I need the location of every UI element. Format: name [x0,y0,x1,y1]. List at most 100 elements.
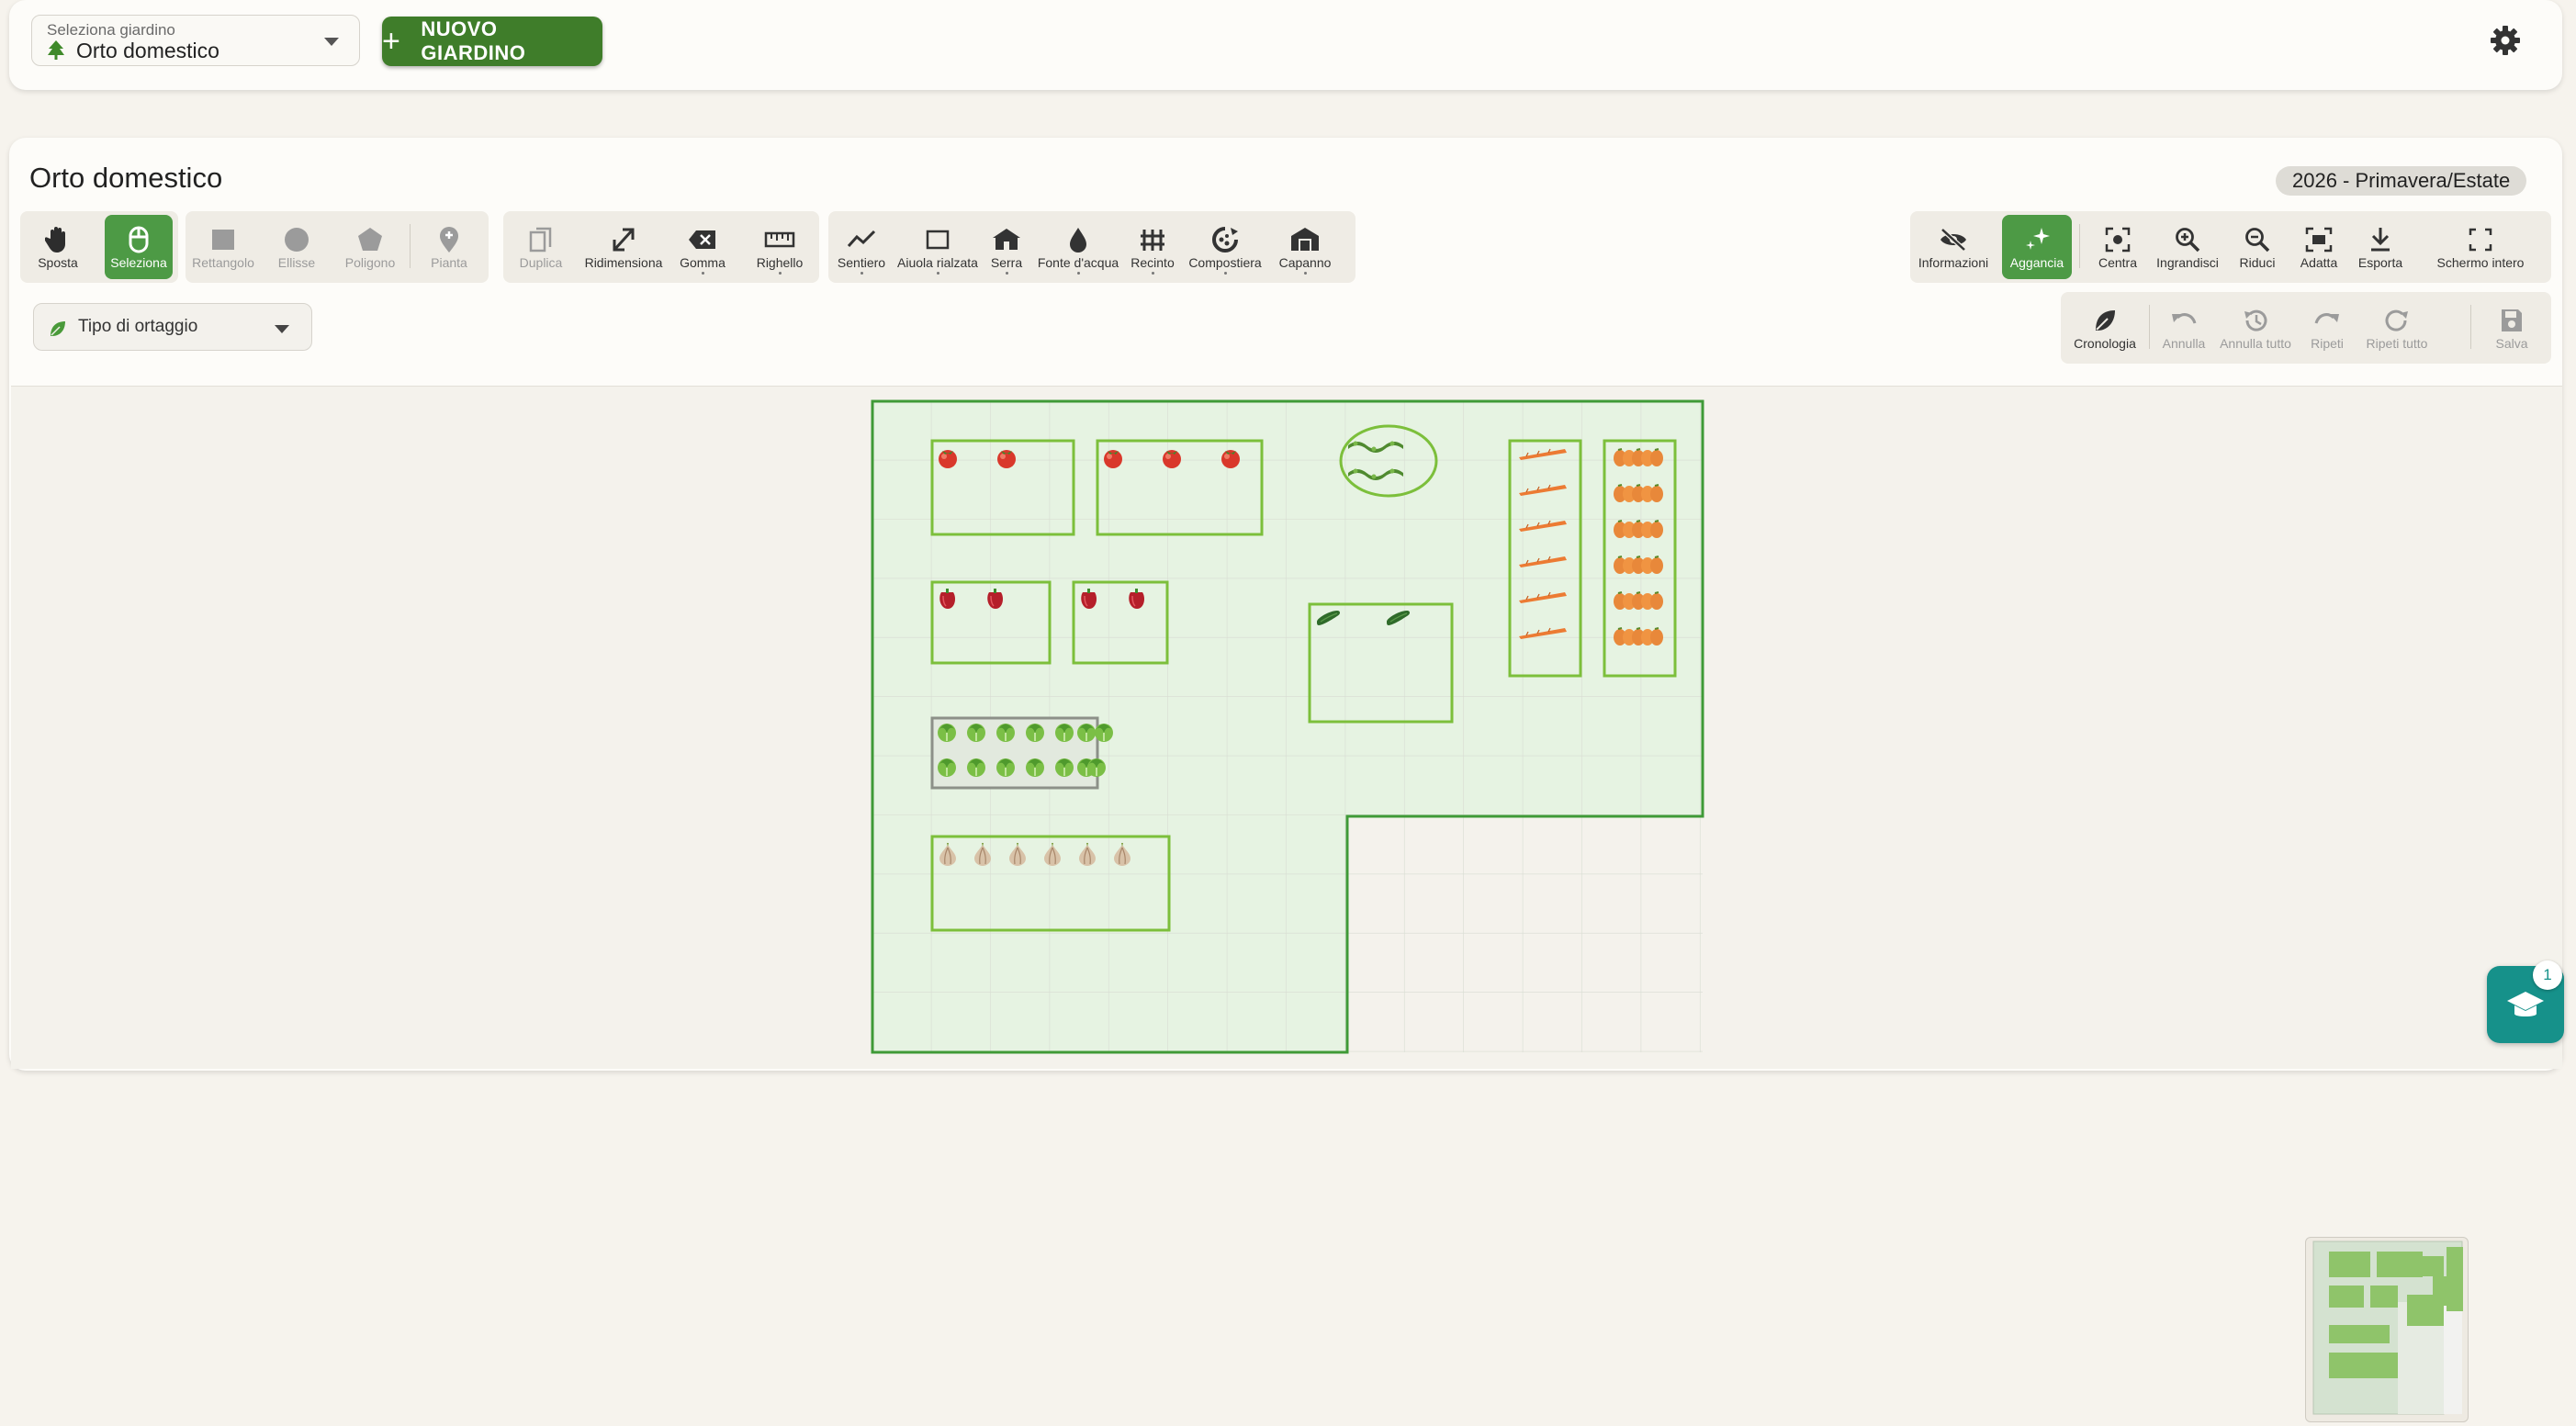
season-badge: 2026 - Primavera/Estate [2276,166,2527,196]
tool-poligono[interactable]: Poligono [336,215,404,279]
tool-label: Salva [2495,336,2528,351]
hand-icon [24,226,92,253]
tool-duplica[interactable]: Duplica [507,215,575,279]
tool-sposta[interactable]: Sposta [24,215,92,279]
sparkle-icon [2002,226,2072,253]
tool-label: Annulla [2162,336,2206,351]
tool-label: Centra [2098,255,2138,270]
pentagon-icon [336,226,404,253]
new-garden-label: NUOVO GIARDINO [421,17,526,64]
submenu-dot [778,272,782,275]
tool-fonte-acqua[interactable]: Fonte d'acqua [1032,215,1124,279]
submenu-dot [1005,272,1008,275]
garden-drawing[interactable] [11,387,2562,1069]
tool-label: Riduci [2239,255,2276,270]
tool-label: Seleziona [110,255,167,270]
structure-tool-group: Sentiero Aiuola rialzata Serra Fonte d'a… [828,211,1355,283]
resize-icon [584,226,663,253]
tool-compostiera[interactable]: Compostiera [1181,215,1269,279]
tool-label: Rettangolo [192,255,254,270]
tool-esporta[interactable]: Esporta [2351,215,2410,279]
tool-annulla-tutto[interactable]: Annulla tutto [2217,296,2294,360]
divider [2079,224,2080,268]
tool-seleziona[interactable]: Seleziona [105,215,173,279]
mouse-icon [105,226,173,253]
tool-label: Pianta [431,255,467,270]
tool-ridimensiona[interactable]: Ridimensiona [584,215,663,279]
shape-tool-group: Rettangolo Ellisse Poligono Pianta [186,211,489,283]
compost-icon [1181,226,1269,253]
zoom-in-icon [2151,226,2224,253]
path-icon [828,226,894,253]
tool-label: Righello [756,255,804,270]
new-garden-button[interactable]: + NUOVO GIARDINO [382,17,602,66]
tool-ripeti[interactable]: Ripeti [2300,296,2355,360]
tool-aiuola-rialzata[interactable]: Aiuola rialzata [894,215,981,279]
raised-bed-icon [894,226,981,253]
tool-ripeti-tutto[interactable]: Ripeti tutto [2360,296,2434,360]
tool-ellisse[interactable]: Ellisse [263,215,331,279]
tool-rettangolo[interactable]: Rettangolo [189,215,257,279]
tool-aggancia[interactable]: Aggancia [2002,215,2072,279]
tool-riduci[interactable]: Riduci [2230,215,2285,279]
leaf-icon [49,320,67,342]
shed-icon [1269,226,1341,253]
divider [2470,305,2471,349]
tool-label: Cronologia [2074,336,2136,351]
tool-informazioni[interactable]: Informazioni [1916,215,1991,279]
garden-selector[interactable]: Seleziona giardino Orto domestico [31,15,360,66]
chevron-down-icon [275,325,289,333]
bed-lettuce[interactable] [930,716,1114,790]
tool-label: Ellisse [277,255,316,270]
tool-label: Aiuola rialzata [897,255,978,270]
plant-pin-icon [415,226,483,253]
tool-righello[interactable]: Righello [746,215,814,279]
tool-recinto[interactable]: Recinto [1124,215,1181,279]
tool-label: Compostiera [1188,255,1262,270]
tool-label: Ingrandisci [2156,255,2219,270]
greenhouse-icon [981,226,1032,253]
tool-salva[interactable]: Salva [2480,296,2544,360]
tool-serra[interactable]: Serra [981,215,1032,279]
tool-label: Ripeti [2311,336,2344,351]
history-tool-group: Cronologia Annulla Annulla tutto Ripeti … [2061,292,2551,364]
divider [2149,305,2150,349]
leaf-icon [2066,307,2143,334]
tool-schermo-intero[interactable]: Schermo intero [2413,215,2548,279]
tool-label: Sentiero [837,255,886,270]
tool-pianta[interactable]: Pianta [415,215,483,279]
tool-adatta[interactable]: Adatta [2290,215,2347,279]
fit-screen-icon [2290,226,2347,253]
tool-label: Duplica [519,255,563,270]
submenu-dot [1223,272,1227,275]
zoom-out-icon [2230,226,2285,253]
save-icon [2480,307,2544,334]
tool-gomma[interactable]: Gomma [669,215,737,279]
tool-capanno[interactable]: Capanno [1269,215,1341,279]
ruler-icon [746,226,814,253]
edit-tool-group: Duplica Ridimensiona Gomma Righello [503,211,819,283]
tool-label: Informazioni [1918,255,1989,270]
tool-label: Annulla tutto [2220,336,2291,351]
gear-icon[interactable] [2489,24,2522,57]
tool-centra[interactable]: Centra [2090,215,2145,279]
tool-cronologia[interactable]: Cronologia [2066,296,2143,360]
tool-label: Gomma [680,255,726,270]
tool-label: Schermo intero [2436,255,2525,270]
fence-icon [1124,226,1181,253]
tool-sentiero[interactable]: Sentiero [828,215,894,279]
garden-canvas[interactable] [11,386,2562,1422]
download-icon [2351,226,2410,253]
minimap[interactable] [2305,1237,2469,1422]
tool-annulla[interactable]: Annulla [2156,296,2211,360]
notification-badge: 1 [2533,960,2562,990]
vegetable-type-select[interactable]: Tipo di ortaggio [33,303,312,351]
graduation-cap-icon [2487,992,2564,1047]
plus-icon: + [382,24,401,59]
tool-label: Recinto [1131,255,1175,270]
tree-icon [47,40,65,65]
center-focus-icon [2090,226,2145,253]
tool-label: Ridimensiona [584,255,663,270]
tool-ingrandisci[interactable]: Ingrandisci [2151,215,2224,279]
nav-tool-group: Sposta Seleziona [20,211,178,283]
